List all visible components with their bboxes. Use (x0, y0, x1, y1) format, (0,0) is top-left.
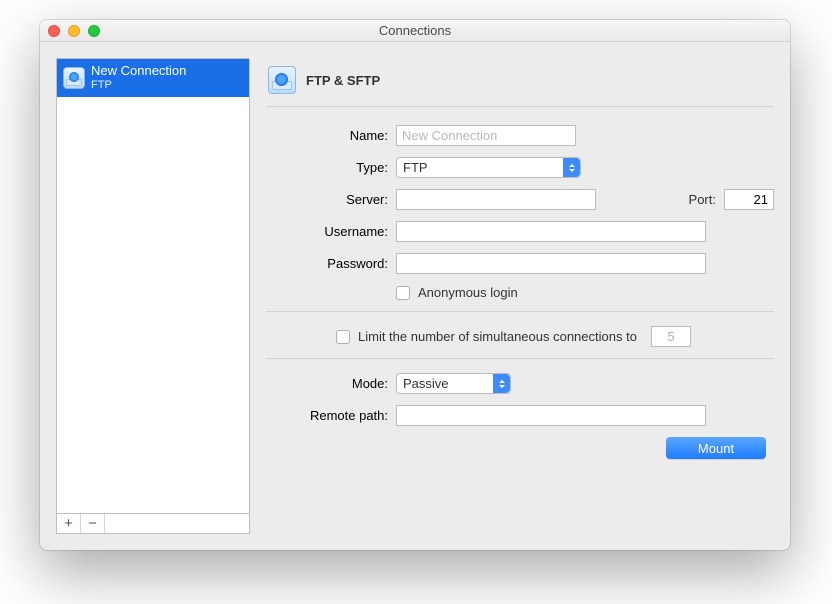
mount-button[interactable]: Mount (666, 437, 766, 459)
limit-connections-label: Limit the number of simultaneous connect… (358, 329, 637, 344)
divider (266, 358, 774, 359)
zoom-icon[interactable] (88, 25, 100, 37)
drive-icon (63, 67, 85, 89)
section-header: FTP & SFTP (266, 62, 774, 107)
sidebar-footer: + − (56, 513, 250, 534)
remote-path-field[interactable] (396, 405, 706, 426)
window: Connections New Connection FTP + − (40, 20, 790, 550)
limit-connections-checkbox[interactable] (336, 330, 350, 344)
remote-path-label: Remote path: (266, 408, 396, 423)
detail-pane: FTP & SFTP Name: Type: FTP (266, 58, 774, 534)
anonymous-login-checkbox[interactable] (396, 286, 410, 300)
username-field[interactable] (396, 221, 706, 242)
section-title: FTP & SFTP (306, 73, 380, 88)
close-icon[interactable] (48, 25, 60, 37)
port-field[interactable] (724, 189, 774, 210)
window-body: New Connection FTP + − FTP & SFTP Name: (40, 42, 790, 550)
type-label: Type: (266, 160, 396, 175)
connection-list-item[interactable]: New Connection FTP (57, 59, 249, 97)
mode-select[interactable]: Passive (396, 373, 511, 394)
server-label: Server: (266, 192, 396, 207)
chevron-up-down-icon (493, 374, 510, 393)
username-label: Username: (266, 224, 396, 239)
connection-title: New Connection (91, 63, 186, 79)
connection-list[interactable]: New Connection FTP (56, 58, 250, 513)
anonymous-login-label: Anonymous login (418, 285, 518, 300)
mode-label: Mode: (266, 376, 396, 391)
type-value: FTP (397, 160, 434, 175)
drive-icon (268, 66, 296, 94)
connection-form: Name: Type: FTP (266, 107, 774, 471)
port-label: Port: (689, 192, 716, 207)
mode-value: Passive (397, 376, 455, 391)
password-label: Password: (266, 256, 396, 271)
add-connection-button[interactable]: + (57, 514, 81, 533)
minimize-icon[interactable] (68, 25, 80, 37)
divider (266, 311, 774, 312)
remove-connection-button[interactable]: − (81, 514, 105, 533)
window-title: Connections (379, 23, 451, 38)
name-field[interactable] (396, 125, 576, 146)
connection-subtitle: FTP (91, 79, 186, 93)
name-label: Name: (266, 128, 396, 143)
connection-list-item-texts: New Connection FTP (91, 63, 186, 93)
server-field[interactable] (396, 189, 596, 210)
titlebar: Connections (40, 20, 790, 42)
sidebar: New Connection FTP + − (56, 58, 250, 534)
chevron-up-down-icon (563, 158, 580, 177)
limit-connections-field[interactable] (651, 326, 691, 347)
traffic-lights (48, 25, 100, 37)
type-select[interactable]: FTP (396, 157, 581, 178)
password-field[interactable] (396, 253, 706, 274)
